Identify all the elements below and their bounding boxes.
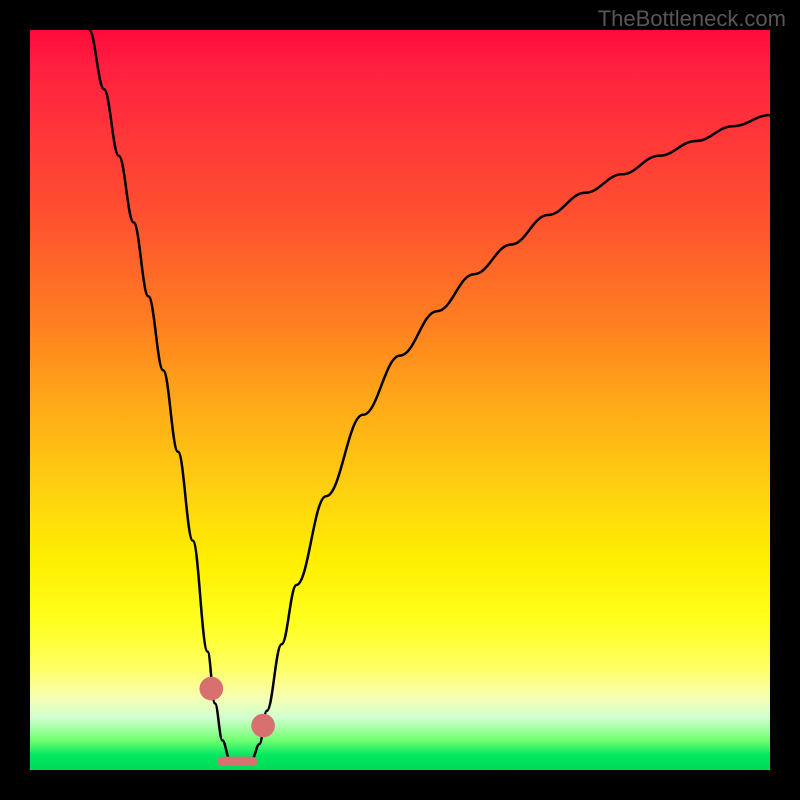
marker-dot: [199, 677, 223, 701]
curve-markers: [199, 677, 274, 738]
chart-svg: [30, 30, 770, 770]
curve-floor-band: [217, 757, 257, 766]
bottleneck-curve: [89, 30, 770, 764]
marker-dot: [251, 714, 275, 738]
chart-plot-area: [30, 30, 770, 770]
watermark-text: TheBottleneck.com: [598, 6, 786, 32]
